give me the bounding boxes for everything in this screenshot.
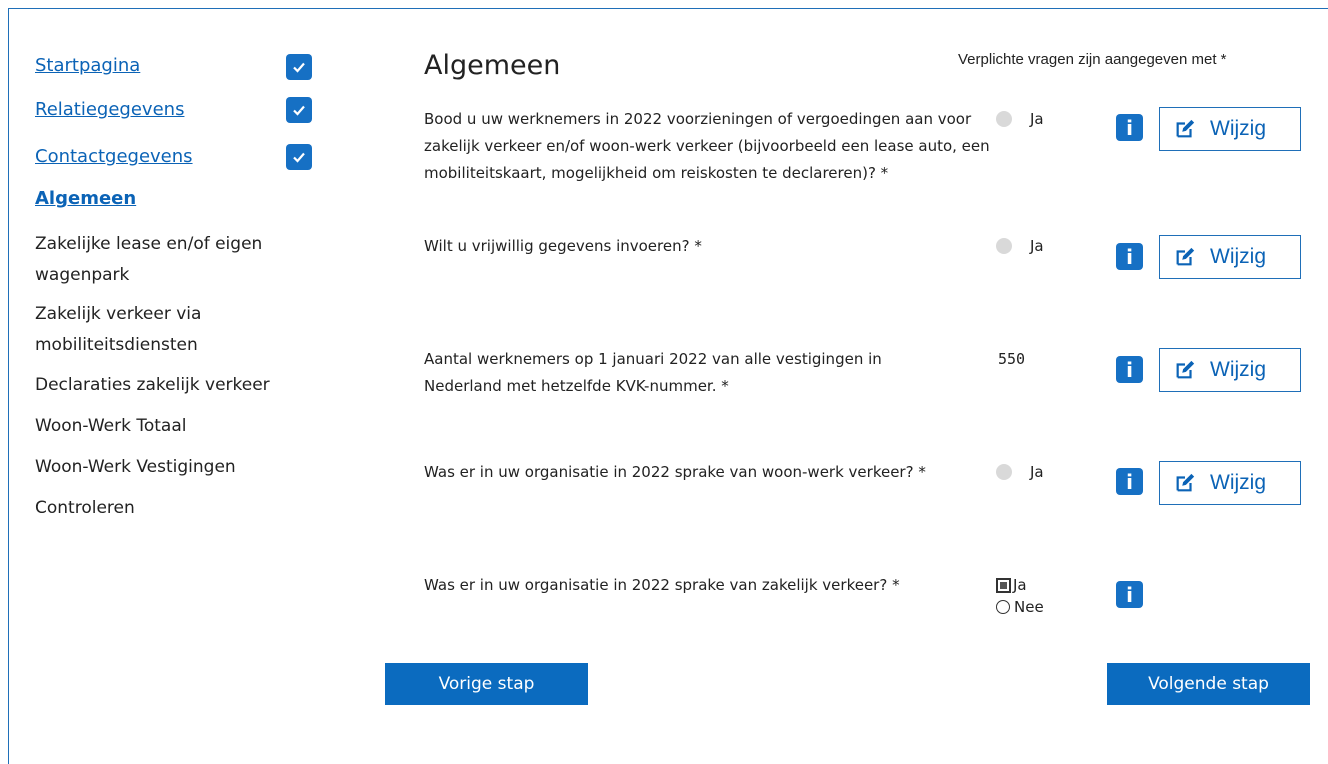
sidebar-item-mobiliteitsdiensten[interactable]: Zakelijk verkeer via mobiliteitsdiensten xyxy=(35,299,265,361)
check-icon xyxy=(286,144,312,170)
edit-button-q1[interactable]: Wijzig xyxy=(1159,107,1301,151)
question-2-text: Wilt u vrijwillig gegevens invoeren? * xyxy=(424,237,702,255)
sidebar-item-woon-werk-totaal[interactable]: Woon-Werk Totaal xyxy=(35,411,186,442)
sidebar-item-zakelijke-lease[interactable]: Zakelijke lease en/of eigen wagenpark xyxy=(35,229,285,291)
edit-button-q2[interactable]: Wijzig xyxy=(1159,235,1301,279)
radio-disabled-icon xyxy=(996,464,1012,480)
sidebar-item-controleren[interactable]: Controleren xyxy=(35,493,135,524)
check-icon xyxy=(286,54,312,80)
answer-label: Ja xyxy=(1030,237,1044,255)
radio-disabled-icon xyxy=(996,111,1012,127)
edit-button-label: Wijzig xyxy=(1210,245,1266,268)
question-4-answer: Ja xyxy=(996,463,1044,481)
question-1-text: Bood u uw werknemers in 2022 voorziening… xyxy=(424,110,990,182)
edit-icon xyxy=(1176,473,1195,492)
answer-label: Ja xyxy=(1030,110,1044,128)
info-icon[interactable]: i xyxy=(1116,114,1143,141)
sidebar-item-relatiegegevens[interactable]: Relatiegegevens xyxy=(35,99,184,120)
edit-icon xyxy=(1176,360,1195,379)
edit-icon xyxy=(1176,119,1195,138)
edit-icon xyxy=(1176,247,1195,266)
sidebar-item-declaraties[interactable]: Declaraties zakelijk verkeer xyxy=(35,370,270,401)
answer-label: Ja xyxy=(1030,463,1044,481)
previous-step-button[interactable]: Vorige stap xyxy=(385,663,588,705)
check-icon xyxy=(286,97,312,123)
sidebar-item-contactgegevens[interactable]: Contactgegevens xyxy=(35,146,193,167)
sidebar-item-algemeen[interactable]: Algemeen xyxy=(35,188,136,209)
info-icon[interactable]: i xyxy=(1116,468,1143,495)
question-3-text: Aantal werknemers op 1 januari 2022 van … xyxy=(424,350,882,395)
radio-option-ja[interactable]: Ja xyxy=(996,574,1044,596)
edit-button-label: Wijzig xyxy=(1210,117,1266,140)
radio-option-label: Nee xyxy=(1014,598,1044,616)
radio-checked-icon[interactable] xyxy=(996,577,1011,593)
question-5-text: Was er in uw organisatie in 2022 sprake … xyxy=(424,576,900,594)
radio-disabled-icon xyxy=(996,238,1012,254)
question-2-answer: Ja xyxy=(996,237,1044,255)
edit-button-q4[interactable]: Wijzig xyxy=(1159,461,1301,505)
edit-button-label: Wijzig xyxy=(1210,358,1266,381)
radio-option-label: Ja xyxy=(1013,576,1027,594)
question-4-text: Was er in uw organisatie in 2022 sprake … xyxy=(424,463,926,481)
radio-unchecked-icon[interactable] xyxy=(996,600,1010,614)
info-icon[interactable]: i xyxy=(1116,581,1143,608)
page-title: Algemeen xyxy=(424,50,561,81)
edit-button-q3[interactable]: Wijzig xyxy=(1159,348,1301,392)
question-1-answer: Ja xyxy=(996,110,1044,128)
question-5-radio-group: Ja Nee xyxy=(996,574,1044,618)
edit-button-label: Wijzig xyxy=(1210,471,1266,494)
sidebar-item-woon-werk-vestigingen[interactable]: Woon-Werk Vestigingen xyxy=(35,452,236,483)
radio-option-nee[interactable]: Nee xyxy=(996,596,1044,618)
required-note: Verplichte vragen zijn aangegeven met * xyxy=(958,51,1227,68)
question-3-value: 550 xyxy=(998,350,1026,368)
sidebar-item-startpagina[interactable]: Startpagina xyxy=(35,55,140,76)
info-icon[interactable]: i xyxy=(1116,243,1143,270)
info-icon[interactable]: i xyxy=(1116,356,1143,383)
next-step-button[interactable]: Volgende stap xyxy=(1107,663,1310,705)
